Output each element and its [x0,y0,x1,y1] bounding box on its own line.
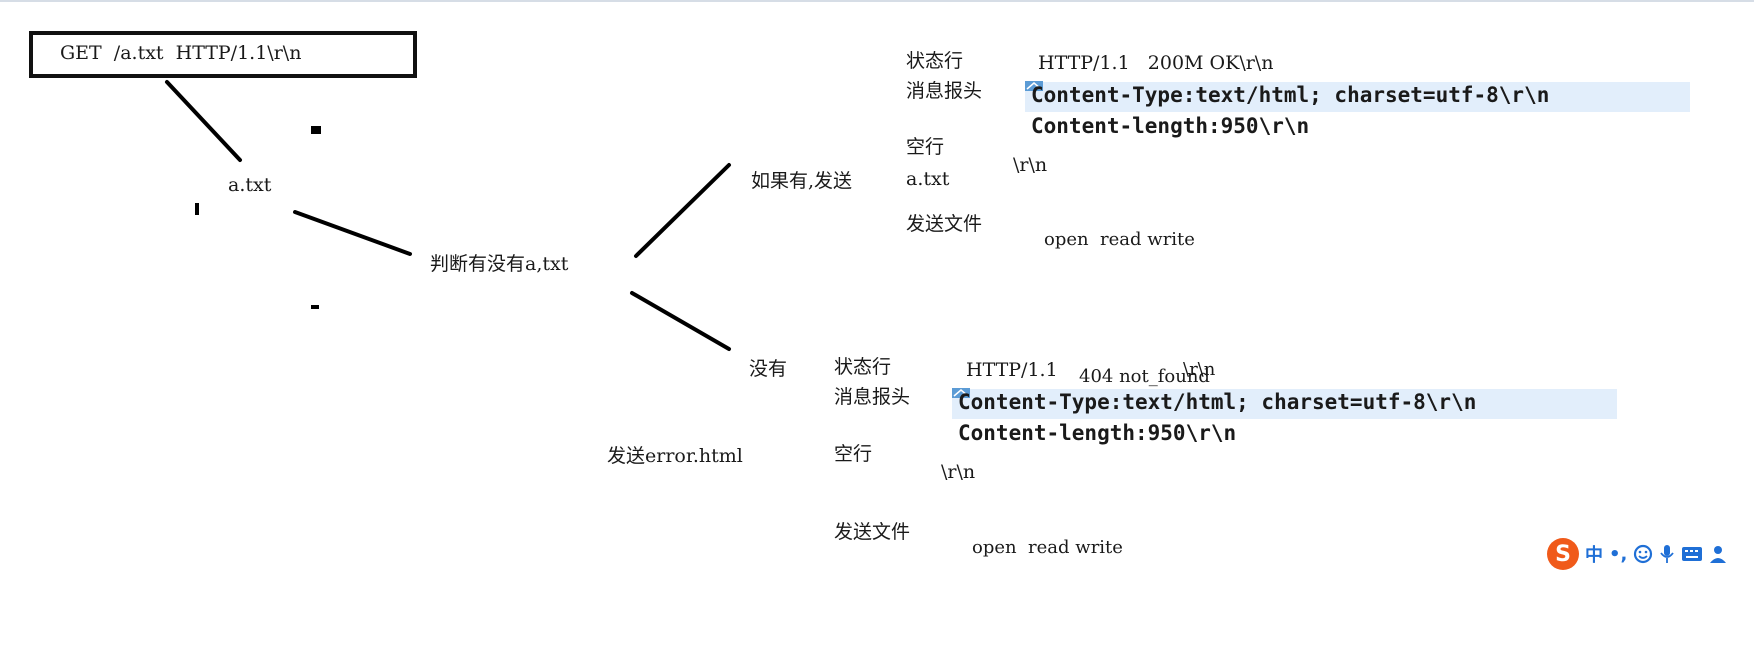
no-blank-value: \r\n [941,461,976,483]
yes-status-value: HTTP/1.1 200M OK\r\n [1038,52,1274,74]
no-header-line-2: Content-length:950\r\n [958,421,1237,445]
no-header-label: 消息报头 [834,386,911,408]
file-node: a.txt [228,174,272,196]
no-status-proto: HTTP/1.1 [966,359,1058,381]
sogou-logo-icon[interactable]: S [1547,538,1579,570]
no-send-error: 发送error.html [607,445,743,467]
yes-header-line-2: Content-length:950\r\n [1031,114,1310,138]
punctuation-toggle[interactable]: •, [1609,544,1627,565]
no-send-ops: open read write [972,537,1123,558]
connector-decision-to-no [630,291,731,351]
decision-node: 判断有没有a,txt [430,253,569,275]
no-header-line-1: Content-Type:text/html; charset=utf-8\r\… [958,390,1477,414]
user-icon[interactable] [1709,544,1729,564]
microphone-icon[interactable] [1659,544,1675,564]
no-branch-label: 没有 [749,358,788,380]
language-toggle[interactable]: 中 [1585,541,1603,567]
ime-toolbar[interactable]: S 中 •, [1547,538,1729,570]
yes-branch-label: 如果有,发送 [751,170,853,192]
yes-blank-value: \r\n [1013,154,1048,176]
stray-mark [311,305,319,309]
no-status-label: 状态行 [834,356,892,378]
no-blank-label: 空行 [834,443,873,465]
yes-header-line-1: Content-Type:text/html; charset=utf-8\r\… [1031,83,1550,107]
yes-blank-label: 空行 [906,136,945,158]
yes-send-label: 发送文件 [906,213,983,235]
connector-request-to-file [165,80,242,162]
yes-file-name: a.txt [906,168,950,190]
smiley-icon[interactable] [1633,544,1653,564]
stray-mark [311,126,321,134]
yes-send-ops: open read write [1044,229,1195,250]
stray-mark [195,203,199,215]
keyboard-icon[interactable] [1681,545,1703,563]
yes-status-label: 状态行 [906,50,964,72]
no-status-code: 404 not_found [1079,366,1210,387]
connector-decision-to-yes [634,163,731,258]
no-send-label: 发送文件 [834,521,911,543]
yes-header-label: 消息报头 [906,80,983,102]
request-line: GET /a.txt HTTP/1.1\r\n [60,42,302,64]
connector-file-to-decision [293,210,412,256]
